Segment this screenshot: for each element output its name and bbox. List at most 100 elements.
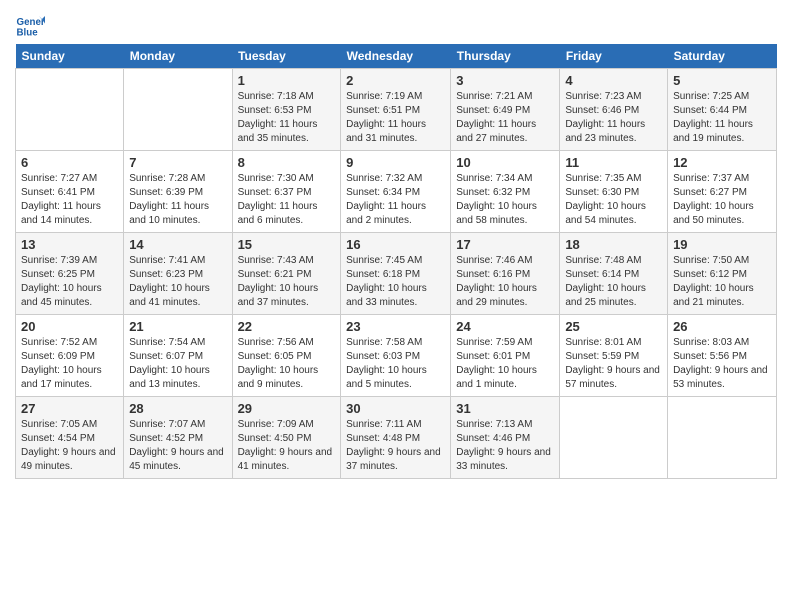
calendar-cell: 17 Sunrise: 7:46 AM Sunset: 6:16 PM Dayli… bbox=[451, 233, 560, 315]
day-info: Sunrise: 7:13 AM Sunset: 4:46 PM Dayligh… bbox=[456, 418, 554, 474]
day-number: 20 bbox=[21, 319, 118, 334]
day-number: 29 bbox=[238, 401, 336, 416]
calendar-cell: 22 Sunrise: 7:56 AM Sunset: 6:05 PM Dayli… bbox=[232, 315, 341, 397]
svg-text:Blue: Blue bbox=[17, 28, 39, 39]
calendar-cell: 21 Sunrise: 7:54 AM Sunset: 6:07 PM Dayli… bbox=[124, 315, 232, 397]
calendar-cell: 8Sunrise: 7:30 AM Sunset: 6:37 PM Daylig… bbox=[232, 151, 341, 233]
calendar-cell bbox=[560, 397, 668, 479]
day-number: 25 bbox=[565, 319, 662, 334]
weekday-header-thursday: Thursday bbox=[451, 44, 560, 69]
day-number: 23 bbox=[346, 319, 445, 334]
calendar-cell: 23 Sunrise: 7:58 AM Sunset: 6:03 PM Dayli… bbox=[341, 315, 451, 397]
weekday-header-monday: Monday bbox=[124, 44, 232, 69]
calendar-cell: 10Sunrise: 7:34 AM Sunset: 6:32 PM Dayli… bbox=[451, 151, 560, 233]
calendar-cell bbox=[668, 397, 777, 479]
day-info: Sunrise: 7:43 AM Sunset: 6:21 PM Dayligh… bbox=[238, 254, 336, 310]
day-info: Sunrise: 7:39 AM Sunset: 6:25 PM Dayligh… bbox=[21, 254, 118, 310]
calendar-cell: 30Sunrise: 7:11 AM Sunset: 4:48 PM Dayli… bbox=[341, 397, 451, 479]
day-info: Sunrise: 7:56 AM Sunset: 6:05 PM Dayligh… bbox=[238, 336, 336, 392]
calendar-cell: 26Sunrise: 8:03 AM Sunset: 5:56 PM Dayli… bbox=[668, 315, 777, 397]
calendar-cell: 15Sunrise: 7:43 AM Sunset: 6:21 PM Dayli… bbox=[232, 233, 341, 315]
day-info: Sunrise: 7:41 AM Sunset: 6:23 PM Dayligh… bbox=[129, 254, 226, 310]
day-info: Sunrise: 7:45 AM Sunset: 6:18 PM Dayligh… bbox=[346, 254, 445, 310]
day-info: Sunrise: 7:27 AM Sunset: 6:41 PM Dayligh… bbox=[21, 172, 118, 228]
calendar-week-row: 27 Sunrise: 7:05 AM Sunset: 4:54 PM Dayli… bbox=[16, 397, 777, 479]
calendar-body: 1Sunrise: 7:18 AM Sunset: 6:53 PM Daylig… bbox=[16, 69, 777, 479]
calendar-cell: 29 Sunrise: 7:09 AM Sunset: 4:50 PM Dayli… bbox=[232, 397, 341, 479]
day-number: 10 bbox=[456, 155, 554, 170]
day-number: 24 bbox=[456, 319, 554, 334]
calendar-cell: 6 Sunrise: 7:27 AM Sunset: 6:41 PM Daylig… bbox=[16, 151, 124, 233]
day-info: Sunrise: 7:05 AM Sunset: 4:54 PM Dayligh… bbox=[21, 418, 118, 474]
day-number: 5 bbox=[673, 73, 771, 88]
weekday-header-friday: Friday bbox=[560, 44, 668, 69]
calendar-header: SundayMondayTuesdayWednesdayThursdayFrid… bbox=[16, 44, 777, 69]
calendar-cell: 25 Sunrise: 8:01 AM Sunset: 5:59 PM Dayli… bbox=[560, 315, 668, 397]
day-info: Sunrise: 7:48 AM Sunset: 6:14 PM Dayligh… bbox=[565, 254, 662, 310]
day-info: Sunrise: 7:59 AM Sunset: 6:01 PM Dayligh… bbox=[456, 336, 554, 392]
day-number: 19 bbox=[673, 237, 771, 252]
calendar-cell: 20 Sunrise: 7:52 AM Sunset: 6:09 PM Dayli… bbox=[16, 315, 124, 397]
logo-icon: General Blue bbox=[15, 10, 45, 40]
header: General Blue bbox=[15, 10, 777, 40]
day-number: 31 bbox=[456, 401, 554, 416]
day-number: 12 bbox=[673, 155, 771, 170]
day-info: Sunrise: 7:32 AM Sunset: 6:34 PM Dayligh… bbox=[346, 172, 445, 228]
day-info: Sunrise: 7:28 AM Sunset: 6:39 PM Dayligh… bbox=[129, 172, 226, 228]
day-info: Sunrise: 7:35 AM Sunset: 6:30 PM Dayligh… bbox=[565, 172, 662, 228]
calendar-cell: 4Sunrise: 7:23 AM Sunset: 6:46 PM Daylig… bbox=[560, 69, 668, 151]
calendar-cell: 14 Sunrise: 7:41 AM Sunset: 6:23 PM Dayli… bbox=[124, 233, 232, 315]
day-number: 14 bbox=[129, 237, 226, 252]
calendar-cell: 5 Sunrise: 7:25 AM Sunset: 6:44 PM Daylig… bbox=[668, 69, 777, 151]
day-info: Sunrise: 7:52 AM Sunset: 6:09 PM Dayligh… bbox=[21, 336, 118, 392]
calendar-cell: 19 Sunrise: 7:50 AM Sunset: 6:12 PM Dayli… bbox=[668, 233, 777, 315]
calendar-cell: 27 Sunrise: 7:05 AM Sunset: 4:54 PM Dayli… bbox=[16, 397, 124, 479]
day-number: 1 bbox=[238, 73, 336, 88]
day-number: 17 bbox=[456, 237, 554, 252]
day-number: 2 bbox=[346, 73, 445, 88]
day-info: Sunrise: 7:37 AM Sunset: 6:27 PM Dayligh… bbox=[673, 172, 771, 228]
day-number: 28 bbox=[129, 401, 226, 416]
day-number: 22 bbox=[238, 319, 336, 334]
weekday-header-sunday: Sunday bbox=[16, 44, 124, 69]
calendar-week-row: 1Sunrise: 7:18 AM Sunset: 6:53 PM Daylig… bbox=[16, 69, 777, 151]
day-info: Sunrise: 7:54 AM Sunset: 6:07 PM Dayligh… bbox=[129, 336, 226, 392]
calendar-cell: 13 Sunrise: 7:39 AM Sunset: 6:25 PM Dayli… bbox=[16, 233, 124, 315]
calendar-cell: 1Sunrise: 7:18 AM Sunset: 6:53 PM Daylig… bbox=[232, 69, 341, 151]
calendar-cell: 2 Sunrise: 7:19 AM Sunset: 6:51 PM Daylig… bbox=[341, 69, 451, 151]
day-number: 4 bbox=[565, 73, 662, 88]
day-info: Sunrise: 7:07 AM Sunset: 4:52 PM Dayligh… bbox=[129, 418, 226, 474]
day-info: Sunrise: 7:11 AM Sunset: 4:48 PM Dayligh… bbox=[346, 418, 445, 474]
calendar-cell: 7Sunrise: 7:28 AM Sunset: 6:39 PM Daylig… bbox=[124, 151, 232, 233]
calendar-cell: 11Sunrise: 7:35 AM Sunset: 6:30 PM Dayli… bbox=[560, 151, 668, 233]
day-info: Sunrise: 8:01 AM Sunset: 5:59 PM Dayligh… bbox=[565, 336, 662, 392]
day-info: Sunrise: 7:19 AM Sunset: 6:51 PM Dayligh… bbox=[346, 90, 445, 146]
day-number: 3 bbox=[456, 73, 554, 88]
day-number: 27 bbox=[21, 401, 118, 416]
day-info: Sunrise: 7:09 AM Sunset: 4:50 PM Dayligh… bbox=[238, 418, 336, 474]
day-info: Sunrise: 7:21 AM Sunset: 6:49 PM Dayligh… bbox=[456, 90, 554, 146]
calendar-cell: 9 Sunrise: 7:32 AM Sunset: 6:34 PM Daylig… bbox=[341, 151, 451, 233]
calendar-cell: 28 Sunrise: 7:07 AM Sunset: 4:52 PM Dayli… bbox=[124, 397, 232, 479]
day-number: 9 bbox=[346, 155, 445, 170]
calendar-cell: 31 Sunrise: 7:13 AM Sunset: 4:46 PM Dayli… bbox=[451, 397, 560, 479]
day-number: 16 bbox=[346, 237, 445, 252]
logo: General Blue bbox=[15, 10, 45, 40]
svg-text:General: General bbox=[17, 17, 46, 28]
calendar-cell: 16 Sunrise: 7:45 AM Sunset: 6:18 PM Dayli… bbox=[341, 233, 451, 315]
day-info: Sunrise: 7:25 AM Sunset: 6:44 PM Dayligh… bbox=[673, 90, 771, 146]
day-number: 21 bbox=[129, 319, 226, 334]
calendar-cell bbox=[16, 69, 124, 151]
calendar-cell: 18Sunrise: 7:48 AM Sunset: 6:14 PM Dayli… bbox=[560, 233, 668, 315]
day-info: Sunrise: 7:50 AM Sunset: 6:12 PM Dayligh… bbox=[673, 254, 771, 310]
calendar-cell: 24 Sunrise: 7:59 AM Sunset: 6:01 PM Dayli… bbox=[451, 315, 560, 397]
day-info: Sunrise: 7:46 AM Sunset: 6:16 PM Dayligh… bbox=[456, 254, 554, 310]
weekday-header-row: SundayMondayTuesdayWednesdayThursdayFrid… bbox=[16, 44, 777, 69]
calendar-cell: 12 Sunrise: 7:37 AM Sunset: 6:27 PM Dayli… bbox=[668, 151, 777, 233]
day-info: Sunrise: 8:03 AM Sunset: 5:56 PM Dayligh… bbox=[673, 336, 771, 392]
day-number: 13 bbox=[21, 237, 118, 252]
day-number: 6 bbox=[21, 155, 118, 170]
day-info: Sunrise: 7:30 AM Sunset: 6:37 PM Dayligh… bbox=[238, 172, 336, 228]
calendar-table: SundayMondayTuesdayWednesdayThursdayFrid… bbox=[15, 44, 777, 479]
day-info: Sunrise: 7:58 AM Sunset: 6:03 PM Dayligh… bbox=[346, 336, 445, 392]
